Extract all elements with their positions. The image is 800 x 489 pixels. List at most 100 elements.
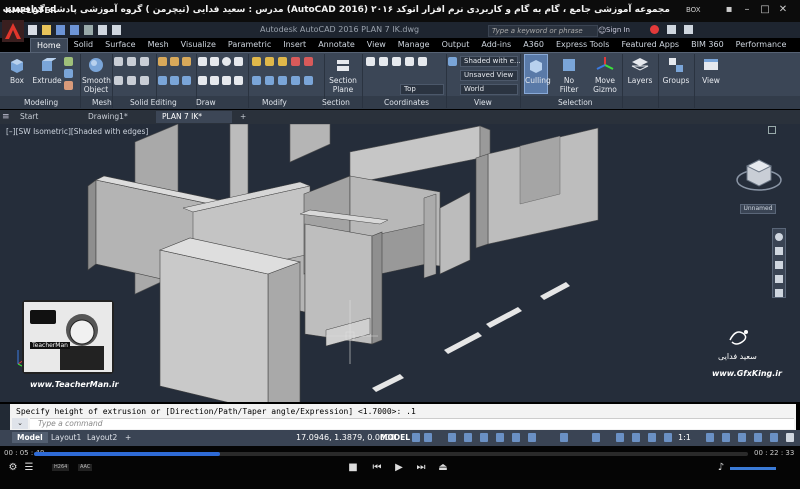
mesh-tool-icon[interactable] <box>140 57 149 66</box>
pin-icon[interactable]: ▪ <box>722 4 736 16</box>
arc-icon[interactable] <box>234 57 243 66</box>
clean-screen-icon[interactable] <box>770 433 778 442</box>
annotation-monitor-icon[interactable] <box>722 433 730 442</box>
stop-icon[interactable]: ■ <box>346 462 360 473</box>
ucs-icon[interactable] <box>366 57 375 66</box>
add-layout-button[interactable]: + <box>120 432 136 443</box>
viewcube-ucs-dropdown[interactable]: Unnamed <box>740 204 776 214</box>
no-filter-button[interactable]: No Filter <box>554 56 584 94</box>
isodraft-icon[interactable] <box>480 433 488 442</box>
panel-label-solid-editing[interactable]: Solid Editing <box>130 98 177 107</box>
annotation-scale[interactable]: 1:1 <box>678 433 691 442</box>
ribbon-tab-view[interactable]: View <box>361 38 392 52</box>
ribbon-tab-insert[interactable]: Insert <box>277 38 312 52</box>
command-input[interactable]: Type a command <box>30 418 794 429</box>
visual-style-dropdown[interactable]: Shaded with e... <box>460 56 521 67</box>
polar-icon[interactable] <box>464 433 472 442</box>
ribbon-tab-express-tools[interactable]: Express Tools <box>550 38 616 52</box>
save-icon[interactable] <box>56 25 65 35</box>
settings-icon[interactable]: ⚙ <box>6 462 20 473</box>
trim-icon[interactable] <box>265 75 274 85</box>
play-icon[interactable]: ▶ <box>392 462 406 473</box>
user-icon[interactable]: ☺ <box>598 26 606 35</box>
ribbon-tab-parametric[interactable]: Parametric <box>222 38 277 52</box>
steering-wheel-icon[interactable] <box>775 233 783 241</box>
new-tab-button[interactable]: + <box>234 111 252 123</box>
sweep-icon[interactable] <box>64 69 73 78</box>
ribbon-tab-performance[interactable]: Performance <box>730 38 793 52</box>
doc-tab-start[interactable]: Start <box>14 111 44 123</box>
customization-icon[interactable] <box>786 433 794 442</box>
snap-icon[interactable] <box>424 433 432 442</box>
doc-tab-drawing1[interactable]: Drawing1* <box>82 111 134 123</box>
command-customize-icon[interactable]: ⌄ <box>12 418 28 429</box>
ucs-dynamic-icon[interactable] <box>632 433 640 442</box>
ribbon-tab-home[interactable]: Home <box>30 38 68 52</box>
layout-tab-model[interactable]: Model <box>12 432 48 443</box>
copy-icon[interactable] <box>265 57 274 66</box>
mirror-icon[interactable] <box>304 57 313 66</box>
zoom-icon[interactable] <box>775 261 783 269</box>
menu-icon[interactable]: ≡ <box>2 111 14 123</box>
viewport-maximize-icon[interactable] <box>768 126 776 134</box>
fillet-edge-icon[interactable] <box>158 75 167 85</box>
panel-label-coordinates[interactable]: Coordinates <box>384 98 429 107</box>
slice-icon[interactable] <box>170 75 179 85</box>
array-icon[interactable] <box>291 75 300 85</box>
isolate-objects-icon[interactable] <box>754 433 762 442</box>
smooth-object-button[interactable]: Smooth Object <box>82 56 111 94</box>
spline-icon[interactable] <box>234 75 243 85</box>
exchange-icon[interactable] <box>667 25 676 34</box>
autocad-app-menu-button[interactable] <box>2 20 24 42</box>
circle-icon[interactable] <box>222 57 231 66</box>
box-menu[interactable]: BOX <box>686 6 701 14</box>
orbit-icon[interactable] <box>775 275 783 283</box>
loft-icon[interactable] <box>64 81 73 90</box>
scale-icon[interactable] <box>252 75 261 85</box>
hatch-icon[interactable] <box>210 75 219 85</box>
command-line-grip[interactable] <box>0 404 10 430</box>
save-as-icon[interactable] <box>70 25 79 35</box>
open-icon[interactable] <box>42 25 51 35</box>
grid-icon[interactable] <box>412 433 420 442</box>
ucs-x-icon[interactable] <box>405 57 414 66</box>
3d-object-snap-icon[interactable] <box>528 433 536 442</box>
ucs-dropdown[interactable]: Top <box>400 84 444 95</box>
subtract-icon[interactable] <box>170 57 179 66</box>
viewport-controls-label[interactable]: [–][SW Isometric][Shaded with edges] <box>6 127 148 136</box>
panel-label-mesh[interactable]: Mesh <box>92 98 112 107</box>
minimize-icon[interactable]: – <box>740 4 754 16</box>
ribbon-tab-manage[interactable]: Manage <box>392 38 436 52</box>
eject-icon[interactable]: ⏏ <box>436 462 450 473</box>
mesh-tool-icon[interactable] <box>127 75 136 85</box>
presspull-icon[interactable] <box>64 57 73 66</box>
ribbon-tab-solid[interactable]: Solid <box>68 38 100 52</box>
move-gizmo-button[interactable]: Move Gizmo <box>590 56 620 94</box>
next-icon[interactable]: ⏭ <box>414 462 428 473</box>
view-button[interactable]: View <box>698 56 724 85</box>
new-icon[interactable] <box>28 25 37 35</box>
close-icon[interactable]: ✕ <box>776 4 790 16</box>
layers-button[interactable]: Layers <box>626 56 654 85</box>
workspace-icon[interactable] <box>706 433 714 442</box>
object-snap-tracking-icon[interactable] <box>496 433 504 442</box>
panel-label-selection[interactable]: Selection <box>558 98 593 107</box>
showmotion-icon[interactable] <box>775 289 783 297</box>
sign-in-button[interactable]: Sign In <box>606 26 630 34</box>
ribbon-tab-annotate[interactable]: Annotate <box>312 38 361 52</box>
doc-tab-plan7ik[interactable]: PLAN 7 IK* <box>156 111 232 123</box>
ucs-world-icon[interactable] <box>379 57 388 66</box>
world-dropdown[interactable]: World <box>460 84 518 95</box>
playlist-icon[interactable]: ☰ <box>22 462 36 473</box>
transparency-icon[interactable] <box>592 433 600 442</box>
ribbon-tab-output[interactable]: Output <box>436 38 476 52</box>
extrude-button[interactable]: Extrude <box>32 56 62 85</box>
ucs-y-icon[interactable] <box>418 57 427 66</box>
ellipse-icon[interactable] <box>222 75 231 85</box>
previous-icon[interactable]: ⏮ <box>370 462 384 473</box>
mesh-tool-icon[interactable] <box>114 75 123 85</box>
panel-label-section[interactable]: Section <box>322 98 350 107</box>
ribbon-tab-a360[interactable]: A360 <box>517 38 550 52</box>
rotate-icon[interactable] <box>291 57 300 66</box>
erase-icon[interactable] <box>304 75 313 85</box>
